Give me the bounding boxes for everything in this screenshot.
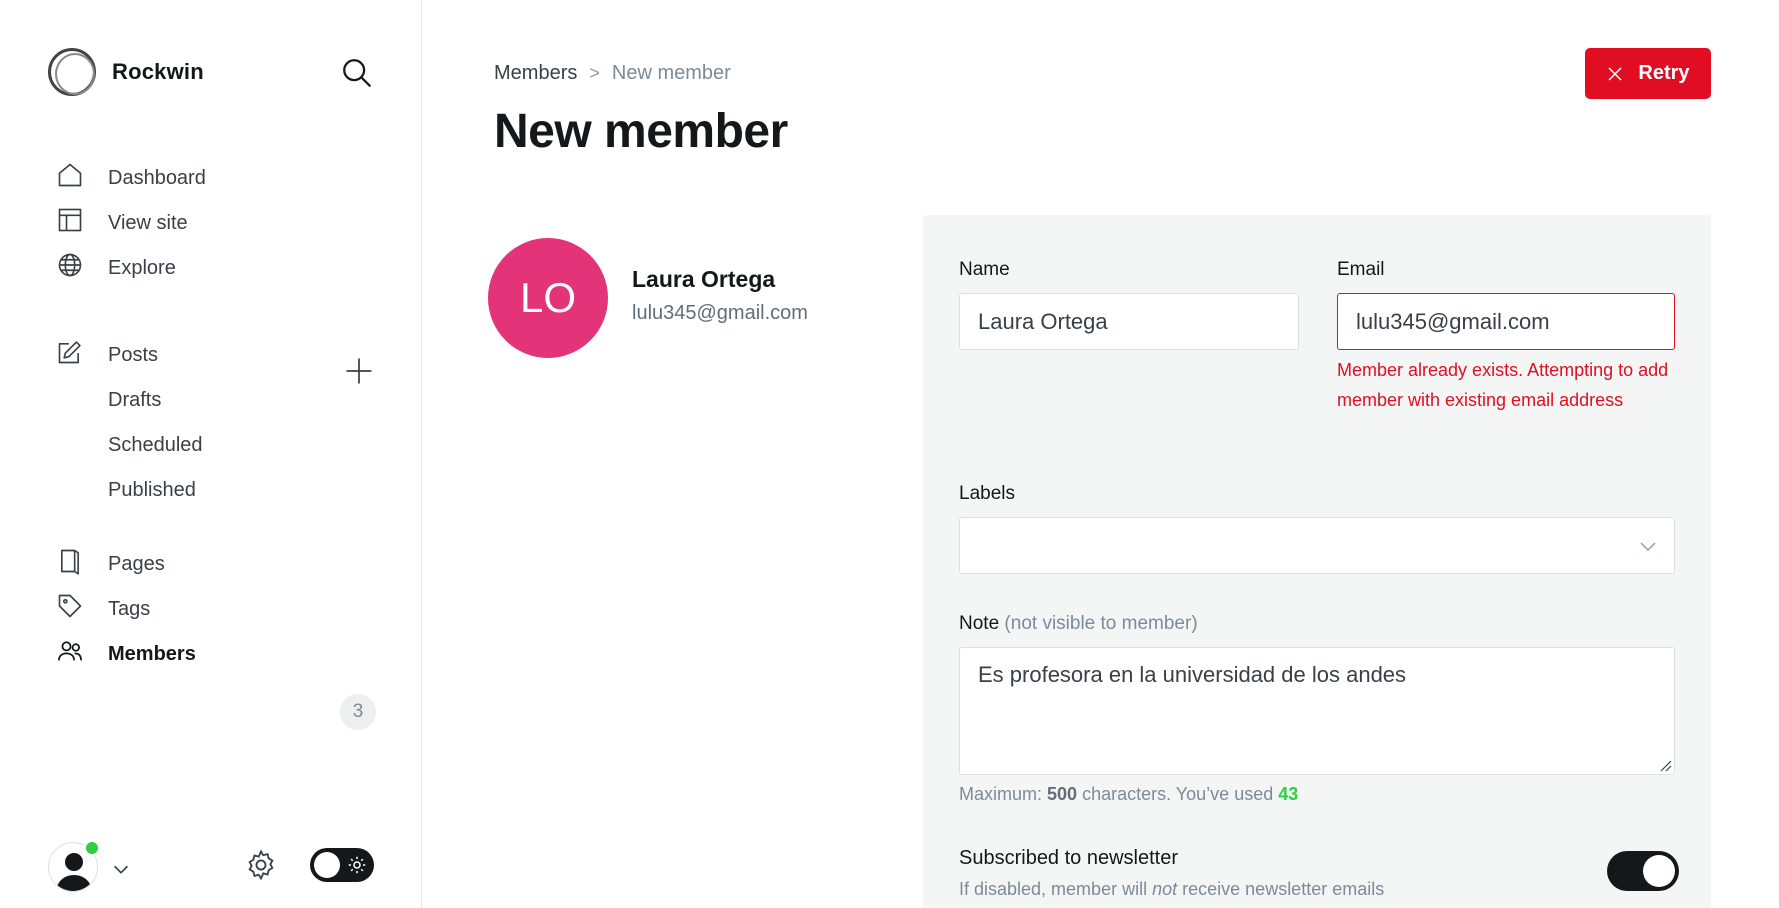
nav-pages-label: Pages — [108, 552, 165, 575]
breadcrumb-members-link[interactable]: Members — [494, 62, 577, 85]
sun-icon — [348, 856, 366, 874]
layout-icon — [56, 206, 84, 240]
home-icon — [56, 161, 84, 195]
member-form: Name Laura Ortega Email lulu345@gmail.co… — [923, 215, 1711, 908]
newsletter-label: Subscribed to newsletter — [959, 847, 1179, 869]
email-error-message: Member already exists. Attempting to add… — [1337, 360, 1669, 410]
members-icon — [56, 637, 84, 671]
close-icon — [1608, 66, 1622, 81]
resize-handle-icon[interactable] — [1658, 758, 1672, 772]
newsletter-desc-suffix: receive newsletter emails — [1182, 879, 1385, 899]
edit-icon — [56, 338, 84, 372]
note-sublabel: (not visible to member) — [1004, 613, 1198, 634]
nav-dashboard[interactable]: Dashboard — [56, 162, 206, 194]
search-icon[interactable] — [340, 56, 374, 90]
retry-button[interactable]: Retry — [1585, 48, 1711, 99]
note-textarea[interactable]: Es profesora en la universidad de los an… — [959, 647, 1675, 775]
breadcrumb-separator: > — [589, 63, 600, 83]
plus-icon[interactable] — [344, 356, 374, 386]
online-status-dot — [84, 840, 100, 856]
nav-tags-label: Tags — [108, 597, 151, 620]
member-avatar: LO — [488, 238, 608, 358]
member-email: lulu345@gmail.com — [632, 302, 808, 324]
theme-toggle-knob — [314, 852, 340, 878]
nav-members[interactable]: Members — [56, 638, 196, 670]
nav-view-site-label: View site — [108, 211, 188, 234]
breadcrumb: Members > New member — [494, 62, 731, 85]
note-text: Es profesora en la universidad de los an… — [978, 662, 1407, 687]
page-title: New member — [494, 105, 788, 158]
nav-drafts[interactable]: Drafts — [108, 384, 161, 416]
gear-icon[interactable] — [244, 848, 278, 882]
theme-toggle[interactable] — [310, 848, 374, 882]
nav-scheduled[interactable]: Scheduled — [108, 429, 203, 461]
nav-tags[interactable]: Tags — [56, 593, 150, 625]
name-label: Name — [959, 259, 1010, 280]
email-field[interactable]: lulu345@gmail.com — [1337, 293, 1675, 350]
hint-prefix: Maximum: — [959, 784, 1043, 804]
chevron-down-icon — [1640, 542, 1656, 552]
labels-select[interactable] — [959, 517, 1675, 574]
retry-label: Retry — [1638, 62, 1690, 84]
brand-name: Rockwin — [112, 59, 204, 84]
nav-view-site[interactable]: View site — [56, 207, 188, 239]
newsletter-toggle-knob — [1643, 855, 1675, 887]
nav-published[interactable]: Published — [108, 474, 196, 506]
nav-members-label: Members — [108, 642, 196, 665]
globe-icon — [56, 251, 84, 285]
note-label: Note (not visible to member) — [959, 613, 1198, 635]
members-count-badge: 3 — [340, 694, 376, 730]
nav-posts[interactable]: Posts — [56, 339, 158, 371]
nav-explore[interactable]: Explore — [56, 252, 176, 284]
tag-icon — [56, 592, 84, 626]
note-char-hint: Maximum: 500 characters. You’ve used 43 — [959, 784, 1298, 805]
email-label: Email — [1337, 259, 1385, 280]
hint-middle: characters. You’ve used — [1082, 784, 1274, 804]
name-field[interactable]: Laura Ortega — [959, 293, 1299, 350]
member-name: Laura Ortega — [632, 266, 776, 292]
chevron-down-icon[interactable] — [110, 858, 132, 880]
hint-used: 43 — [1278, 784, 1299, 804]
nav-explore-label: Explore — [108, 256, 176, 279]
newsletter-description: If disabled, member will not receive new… — [959, 879, 1384, 900]
brand[interactable]: Rockwin — [48, 48, 204, 96]
hint-max: 500 — [1047, 784, 1078, 804]
main-content: Members > New member New member Retry LO… — [422, 0, 1779, 908]
breadcrumb-current: New member — [611, 62, 731, 84]
newsletter-toggle[interactable] — [1607, 851, 1679, 891]
newsletter-desc-em: not — [1152, 879, 1178, 899]
nav-dashboard-label: Dashboard — [108, 166, 206, 189]
labels-label: Labels — [959, 483, 1015, 504]
note-label-text: Note — [959, 613, 1000, 634]
sidebar: Rockwin Dashboard View site Explore Post… — [0, 0, 422, 908]
brand-logo — [48, 48, 96, 96]
nav-pages[interactable]: Pages — [56, 548, 165, 580]
newsletter-desc-prefix: If disabled, member will — [959, 879, 1148, 899]
page-icon — [56, 547, 84, 581]
nav-posts-label: Posts — [108, 343, 159, 366]
